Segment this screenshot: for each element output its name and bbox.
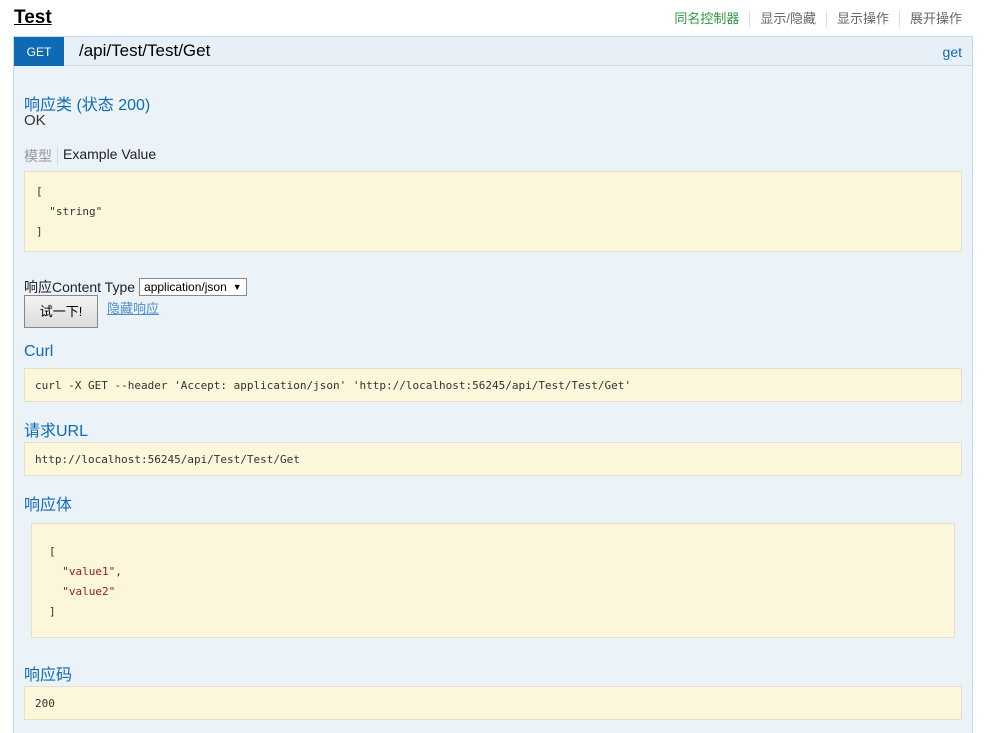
- content-type-select[interactable]: application/json ▼: [139, 278, 247, 296]
- operation-panel: GET /api/Test/Test/Get get 响应类 (状态 200) …: [13, 36, 973, 733]
- response-body-heading: 响应体: [24, 497, 73, 514]
- response-class-value: OK: [24, 112, 46, 129]
- response-code: 200: [35, 697, 55, 710]
- example-value-line: [: [36, 185, 43, 198]
- response-body-value: "value2": [62, 585, 116, 598]
- hide-response-link[interactable]: 隐藏响应: [107, 298, 159, 317]
- example-value-line: ]: [36, 225, 43, 238]
- response-body-box: [ "value1", "value2" ]: [31, 523, 955, 638]
- response-body-line: "value2": [49, 582, 937, 602]
- response-body-line: ]: [49, 605, 56, 618]
- resource-header: Test 同名控制器 显示/隐藏 显示操作 展开操作: [14, 5, 972, 33]
- request-url-box: http://localhost:56245/api/Test/Test/Get: [24, 442, 962, 476]
- resource-title[interactable]: Test: [14, 7, 52, 29]
- curl-command: curl -X GET --header 'Accept: applicatio…: [35, 379, 632, 392]
- try-it-out-button[interactable]: 试一下!: [24, 295, 98, 328]
- curl-heading: Curl: [24, 343, 54, 360]
- response-code-box: 200: [24, 686, 962, 720]
- request-url-heading: 请求URL: [24, 423, 89, 440]
- operation-heading[interactable]: GET /api/Test/Test/Get get: [14, 37, 972, 66]
- example-value-box: [ "string" ]: [24, 171, 962, 252]
- same-name-controller-link[interactable]: 同名控制器: [664, 11, 749, 27]
- dropdown-arrow-icon: ▼: [232, 282, 242, 292]
- response-code-heading: 响应码: [24, 667, 73, 684]
- content-type-row: 响应Content Type application/json ▼: [24, 277, 247, 297]
- response-body-line: "value1",: [62, 565, 122, 578]
- curl-box: curl -X GET --header 'Accept: applicatio…: [24, 368, 962, 402]
- model-tabs: 模型 Example Value: [24, 146, 156, 166]
- response-body-value: "value1": [62, 565, 116, 578]
- show-hide-link[interactable]: 显示/隐藏: [749, 11, 826, 27]
- resource-actions: 同名控制器 显示/隐藏 显示操作 展开操作: [664, 11, 962, 27]
- operation-path[interactable]: /api/Test/Test/Get: [79, 41, 210, 61]
- operation-summary[interactable]: get: [943, 44, 962, 60]
- tab-model[interactable]: 模型: [24, 146, 58, 166]
- example-value-line: "string": [36, 205, 103, 218]
- content-type-value: application/json: [144, 280, 227, 294]
- expand-operations-link[interactable]: 展开操作: [898, 11, 962, 27]
- list-operations-link[interactable]: 显示操作: [825, 11, 899, 27]
- http-method-badge[interactable]: GET: [14, 37, 64, 66]
- request-url: http://localhost:56245/api/Test/Test/Get: [35, 453, 300, 466]
- tab-example-value[interactable]: Example Value: [58, 146, 156, 166]
- content-type-label: 响应Content Type: [24, 279, 136, 295]
- response-body-line: [: [49, 545, 56, 558]
